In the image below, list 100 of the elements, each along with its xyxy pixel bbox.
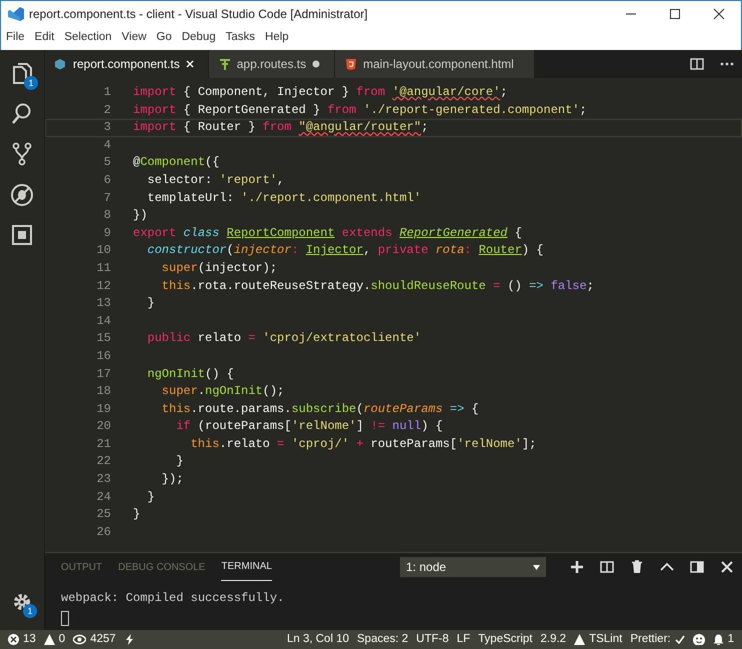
code-text: } bbox=[175, 453, 184, 470]
menu-item[interactable]: View bbox=[116, 29, 152, 47]
terminal-output: webpack: Compiled successfully. bbox=[61, 590, 286, 608]
code-text: super.ngOnInit(); bbox=[160, 383, 284, 400]
line-number: 22 bbox=[96, 453, 112, 470]
code-text: selector: 'report', bbox=[146, 172, 284, 189]
status-item[interactable]: Prettier: bbox=[630, 630, 671, 648]
code-text: this.rota.routeReuseStrategy.shouldReuseRoute = () => false; bbox=[160, 278, 594, 295]
lightning-icon bbox=[124, 634, 135, 645]
notification-badge: 1 bbox=[24, 76, 38, 90]
code-text: if (routeParams['relNome'] != null) { bbox=[175, 418, 443, 436]
line-number: 14 bbox=[96, 312, 112, 330]
line-number: 17 bbox=[96, 366, 112, 382]
window-title: report.component.ts - client - Visual Studio Code [Administrator] bbox=[29, 6, 369, 22]
more-icon[interactable] bbox=[720, 62, 734, 66]
code-text: }) bbox=[133, 207, 148, 224]
line-number: 2 bbox=[102, 102, 112, 119]
typescript-file-icon bbox=[55, 58, 67, 70]
code-text: } bbox=[146, 295, 155, 312]
trash-icon[interactable] bbox=[630, 560, 644, 574]
status-item[interactable]: TSLint bbox=[589, 630, 622, 648]
line-number: 12 bbox=[96, 278, 112, 295]
warning-icon bbox=[574, 634, 586, 645]
status-item[interactable]: 4257 bbox=[90, 630, 116, 648]
code-text: templateUrl: './report.component.html' bbox=[146, 190, 422, 207]
dropdown-arrow-icon bbox=[533, 564, 540, 570]
split-editor-icon[interactable] bbox=[690, 58, 704, 70]
close-icon[interactable] bbox=[712, 8, 726, 20]
code-text: import { Router } from "@angular/router"; bbox=[133, 119, 428, 136]
menu-item[interactable]: Help bbox=[260, 29, 294, 47]
status-item[interactable]: UTF-8 bbox=[416, 630, 449, 648]
line-number: 13 bbox=[96, 295, 112, 312]
split-terminal-icon[interactable] bbox=[600, 560, 614, 574]
code-text: super(injector); bbox=[160, 260, 278, 277]
panel-maximize-icon[interactable] bbox=[690, 560, 704, 574]
terminal-select[interactable]: 1: node bbox=[400, 557, 546, 578]
status-item[interactable]: 0 bbox=[58, 630, 66, 648]
code-text: constructor(injector: Injector, private rota: Router) { bbox=[146, 242, 544, 260]
line-number: 1 bbox=[102, 84, 112, 101]
source-control-icon[interactable] bbox=[10, 142, 34, 166]
terminal-cursor bbox=[61, 611, 69, 626]
line-number: 11 bbox=[96, 260, 112, 277]
line-number: 8 bbox=[102, 207, 112, 224]
line-number: 7 bbox=[102, 190, 112, 207]
status-item[interactable]: Ln 3, Col 10 bbox=[286, 630, 349, 648]
menu-item[interactable]: Selection bbox=[59, 29, 117, 47]
editor-tab[interactable]: main-layout.component.html bbox=[335, 50, 535, 78]
line-number: 18 bbox=[96, 383, 112, 400]
status-item[interactable]: LF bbox=[456, 630, 470, 648]
bell-icon bbox=[712, 634, 724, 645]
plus-icon[interactable] bbox=[570, 560, 584, 574]
notification-badge: 1 bbox=[23, 604, 37, 618]
status-item[interactable]: Spaces: 2 bbox=[357, 630, 408, 648]
check-icon bbox=[674, 635, 685, 644]
menu-item[interactable]: File bbox=[1, 29, 30, 47]
line-number: 5 bbox=[102, 154, 112, 172]
code-text: this.relato = 'cproj/' + routeParams['relNome']; bbox=[190, 436, 536, 453]
line-number: 20 bbox=[96, 418, 112, 436]
line-number: 19 bbox=[96, 400, 112, 418]
status-item[interactable]: 1 bbox=[728, 630, 734, 648]
status-item[interactable]: 2.9.2 bbox=[540, 630, 566, 648]
line-number: 3 bbox=[102, 119, 112, 136]
menu-item[interactable]: Edit bbox=[30, 29, 60, 47]
line-number: 6 bbox=[102, 172, 112, 189]
maximize-icon[interactable] bbox=[668, 8, 682, 20]
unsaved-dot-icon bbox=[312, 60, 320, 68]
line-number: 15 bbox=[96, 330, 112, 348]
files-icon[interactable] bbox=[10, 62, 34, 86]
line-number: 9 bbox=[102, 224, 112, 242]
status-item[interactable]: 13 bbox=[23, 630, 36, 648]
line-number: 16 bbox=[96, 348, 112, 365]
line-number: 26 bbox=[96, 524, 112, 541]
line-number: 25 bbox=[96, 506, 112, 524]
line-number: 10 bbox=[96, 242, 112, 260]
code-text: @Component({ bbox=[133, 154, 220, 172]
code-text: }); bbox=[160, 471, 184, 488]
editor-tab[interactable]: report.component.ts bbox=[45, 50, 209, 78]
code-text: } bbox=[146, 488, 155, 506]
code-text: import { Component, Injector } from '@angular/core'; bbox=[133, 84, 508, 101]
bug-icon[interactable] bbox=[10, 182, 34, 207]
extensions-icon[interactable] bbox=[10, 222, 34, 247]
menu-item[interactable]: Tasks bbox=[220, 29, 260, 47]
app-logo-icon bbox=[7, 6, 25, 22]
line-number: 24 bbox=[96, 488, 112, 506]
menu-item[interactable]: Debug bbox=[176, 29, 221, 47]
html-file-icon bbox=[345, 58, 358, 70]
code-text: this.route.params.subscribe(routeParams => { bbox=[160, 400, 479, 418]
code-text: export class ReportComponent extends ReportGenerated { bbox=[133, 224, 522, 242]
status-item[interactable]: TypeScript bbox=[478, 630, 532, 648]
code-text: public relato = 'cproj/extratocliente' bbox=[146, 330, 422, 348]
routes-file-icon bbox=[218, 58, 231, 70]
line-number: 21 bbox=[96, 436, 112, 453]
code-text: ngOnInit() { bbox=[146, 366, 234, 382]
editor-tab[interactable]: app.routes.ts bbox=[208, 50, 336, 78]
smiley-icon bbox=[692, 634, 705, 645]
line-number: 23 bbox=[96, 471, 112, 488]
code-text: } bbox=[133, 506, 140, 524]
line-number: 4 bbox=[102, 136, 112, 154]
menu-item[interactable]: Go bbox=[151, 29, 177, 47]
error-icon bbox=[8, 634, 19, 645]
